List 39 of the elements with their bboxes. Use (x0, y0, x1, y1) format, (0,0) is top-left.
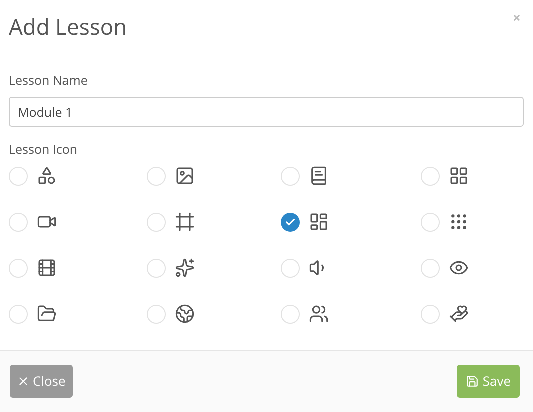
radio-button[interactable] (421, 258, 440, 278)
image-icon (175, 166, 195, 186)
radio-button[interactable] (421, 166, 440, 186)
close-button[interactable]: Close (10, 365, 73, 398)
close-button[interactable]: × (512, 12, 521, 26)
radio-button[interactable] (281, 258, 300, 278)
radio-button[interactable] (9, 212, 28, 232)
radio-button[interactable] (421, 212, 440, 232)
sparkles-icon (175, 258, 195, 278)
field-label: Lesson Icon (9, 141, 78, 159)
radio-button[interactable] (147, 304, 166, 324)
film-icon (37, 258, 57, 278)
book-icon (309, 166, 329, 186)
hand-heart-icon (449, 304, 469, 324)
save-button[interactable]: Save (456, 365, 520, 398)
close-icon (17, 375, 30, 388)
check-icon (285, 216, 296, 228)
dots-grid-icon (449, 212, 469, 232)
radio-button[interactable] (147, 212, 166, 232)
people-icon (309, 304, 329, 324)
dashboard-icon (309, 212, 329, 232)
frame-icon (175, 212, 195, 232)
grid-icon (449, 166, 469, 186)
globe-icon (175, 304, 195, 324)
radio-button[interactable] (281, 212, 300, 232)
radio-button[interactable] (9, 304, 28, 324)
shapes-icon (37, 166, 57, 186)
save-icon (466, 375, 479, 388)
radio-button[interactable] (147, 166, 166, 186)
field-label: Lesson Name (9, 72, 88, 90)
radio-button[interactable] (9, 166, 28, 186)
radio-button[interactable] (281, 166, 300, 186)
radio-button[interactable] (9, 258, 28, 278)
radio-button[interactable] (281, 304, 300, 324)
lesson-name-field[interactable]: Module 1 (9, 97, 524, 127)
dialog-title: Add Lesson (9, 12, 128, 42)
radio-button[interactable] (147, 258, 166, 278)
radio-button[interactable] (421, 304, 440, 324)
folder-icon (37, 304, 57, 324)
